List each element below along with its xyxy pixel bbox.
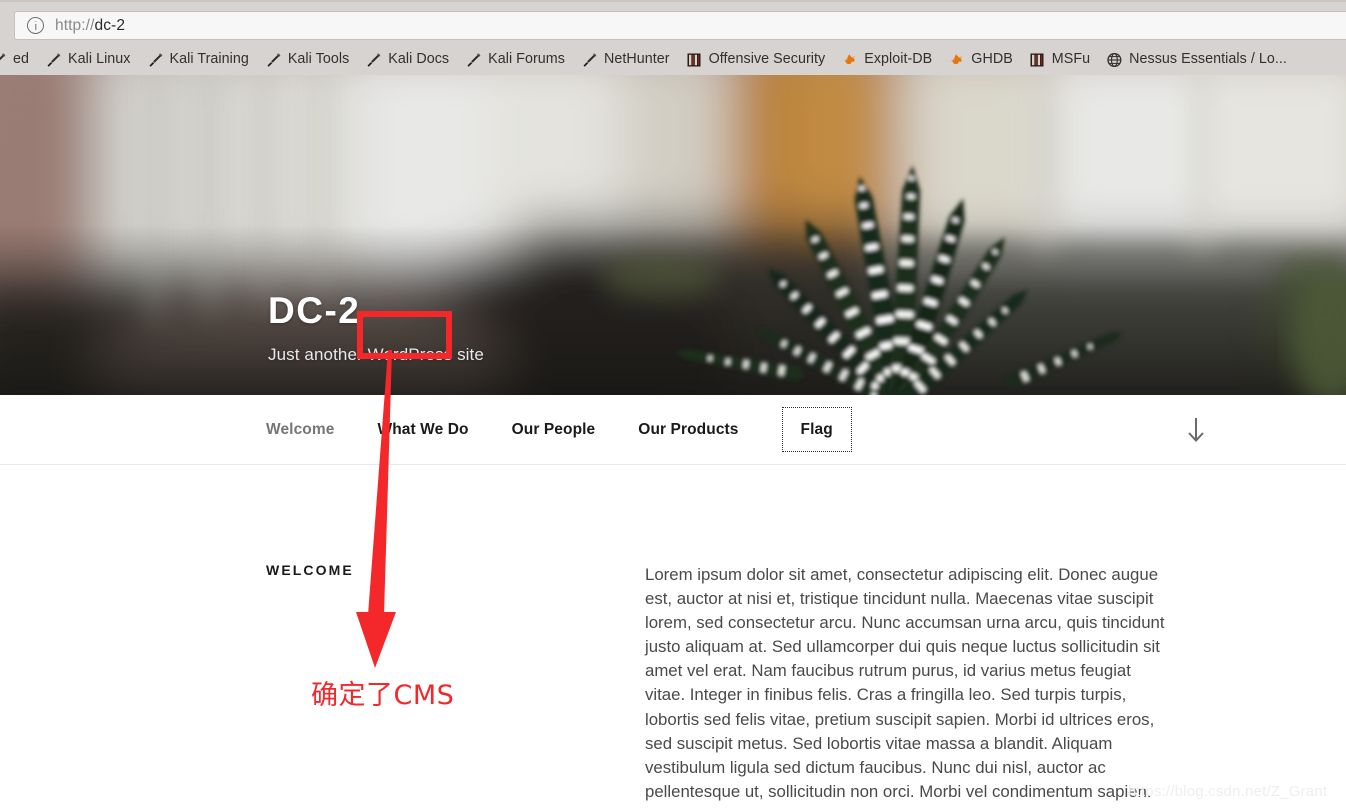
bookmark-item-nessus[interactable]: Nessus Essentials / Lo... — [1106, 52, 1287, 68]
flame-icon — [948, 52, 965, 68]
site-navigation: Welcome What We Do Our People Our Produc… — [0, 395, 1346, 465]
nav-item-our-products[interactable]: Our Products — [638, 422, 738, 438]
kali-sword-icon — [465, 52, 482, 68]
bookmark-label: Kali Training — [169, 51, 249, 68]
bookmark-item-exploit-db[interactable]: Exploit-DB — [841, 52, 932, 68]
hero-background-image — [0, 75, 1346, 395]
bookmark-label: Nessus Essentials / Lo... — [1129, 51, 1287, 68]
nav-item-what-we-do[interactable]: What We Do — [377, 422, 468, 438]
site-tagline: Just another WordPress site — [268, 345, 484, 364]
nav-item-our-people[interactable]: Our People — [512, 422, 596, 438]
kali-sword-icon — [581, 52, 598, 68]
bookmark-item-offensive-security[interactable]: Offensive Security — [686, 52, 826, 68]
kali-sword-icon — [45, 52, 62, 68]
bookmark-label: Kali Docs — [388, 51, 450, 68]
kali-sword-icon — [365, 52, 382, 68]
hero-text-block: DC-2 Just another WordPress site — [266, 292, 484, 365]
address-bar[interactable]: http://dc-2 — [14, 11, 1346, 40]
kali-sword-icon — [147, 52, 164, 68]
hero-header: DC-2 Just another WordPress site — [0, 75, 1346, 395]
bookmark-label: MSFu — [1051, 51, 1091, 68]
nav-item-welcome[interactable]: Welcome — [266, 422, 334, 438]
welcome-paragraph: Lorem ipsum dolor sit amet, consectetur … — [645, 565, 1165, 801]
bookmark-item-kali-training[interactable]: Kali Training — [147, 52, 249, 68]
arrow-down-icon[interactable] — [1187, 417, 1205, 443]
watermark-text: https://blog.csdn.net/Z_Grant — [1128, 783, 1328, 800]
bookmarks-bar: ed Kali Linux Kali Training Kali Tools K… — [0, 44, 1346, 75]
bookmark-label: Kali Linux — [68, 51, 131, 68]
kali-sword-icon — [265, 52, 282, 68]
section-heading-welcome: WELCOME — [266, 562, 354, 578]
nav-menu: Welcome What We Do Our People Our Produc… — [266, 395, 852, 464]
site-title: DC-2 — [268, 290, 361, 331]
bookmark-label: GHDB — [971, 51, 1013, 68]
bookmark-label: ed — [13, 51, 30, 68]
address-bar-text: http://dc-2 — [55, 17, 125, 35]
bookmark-item-msfu[interactable]: MSFu — [1029, 52, 1090, 68]
url-scheme: http:// — [55, 16, 95, 34]
globe-icon — [1106, 52, 1123, 68]
chrome-divider — [0, 0, 1346, 2]
screenshot-root: http://dc-2 ed Kali Linux Kali Training — [0, 0, 1346, 809]
bookmark-label: Kali Tools — [287, 51, 350, 68]
book-icon — [1029, 52, 1046, 68]
url-host: dc-2 — [94, 16, 126, 34]
kali-sword-icon — [0, 52, 7, 68]
nav-item-flag[interactable]: Flag — [781, 406, 852, 453]
bookmark-item-nethunter[interactable]: NetHunter — [581, 52, 670, 68]
bookmark-label: Kali Forums — [488, 51, 565, 68]
browser-chrome: http://dc-2 ed Kali Linux Kali Training — [0, 0, 1346, 75]
welcome-body-text: Lorem ipsum dolor sit amet, consectetur … — [645, 563, 1173, 804]
bookmark-item-kali-linux[interactable]: Kali Linux — [45, 52, 131, 68]
bookmark-label: Offensive Security — [708, 51, 826, 68]
bookmark-item-kali-tools[interactable]: Kali Tools — [265, 52, 349, 68]
bookmark-item-ghdb[interactable]: GHDB — [948, 52, 1013, 68]
bookmark-label: NetHunter — [603, 51, 670, 68]
bookmark-item[interactable]: ed — [0, 52, 29, 68]
bookmark-label: Exploit-DB — [864, 51, 933, 68]
book-icon — [686, 52, 703, 68]
info-circle-icon[interactable] — [27, 17, 44, 34]
page-content: WELCOME Lorem ipsum dolor sit amet, cons… — [0, 466, 1346, 809]
bookmark-item-kali-docs[interactable]: Kali Docs — [365, 52, 449, 68]
flame-icon — [841, 52, 858, 68]
bookmark-item-kali-forums[interactable]: Kali Forums — [465, 52, 565, 68]
